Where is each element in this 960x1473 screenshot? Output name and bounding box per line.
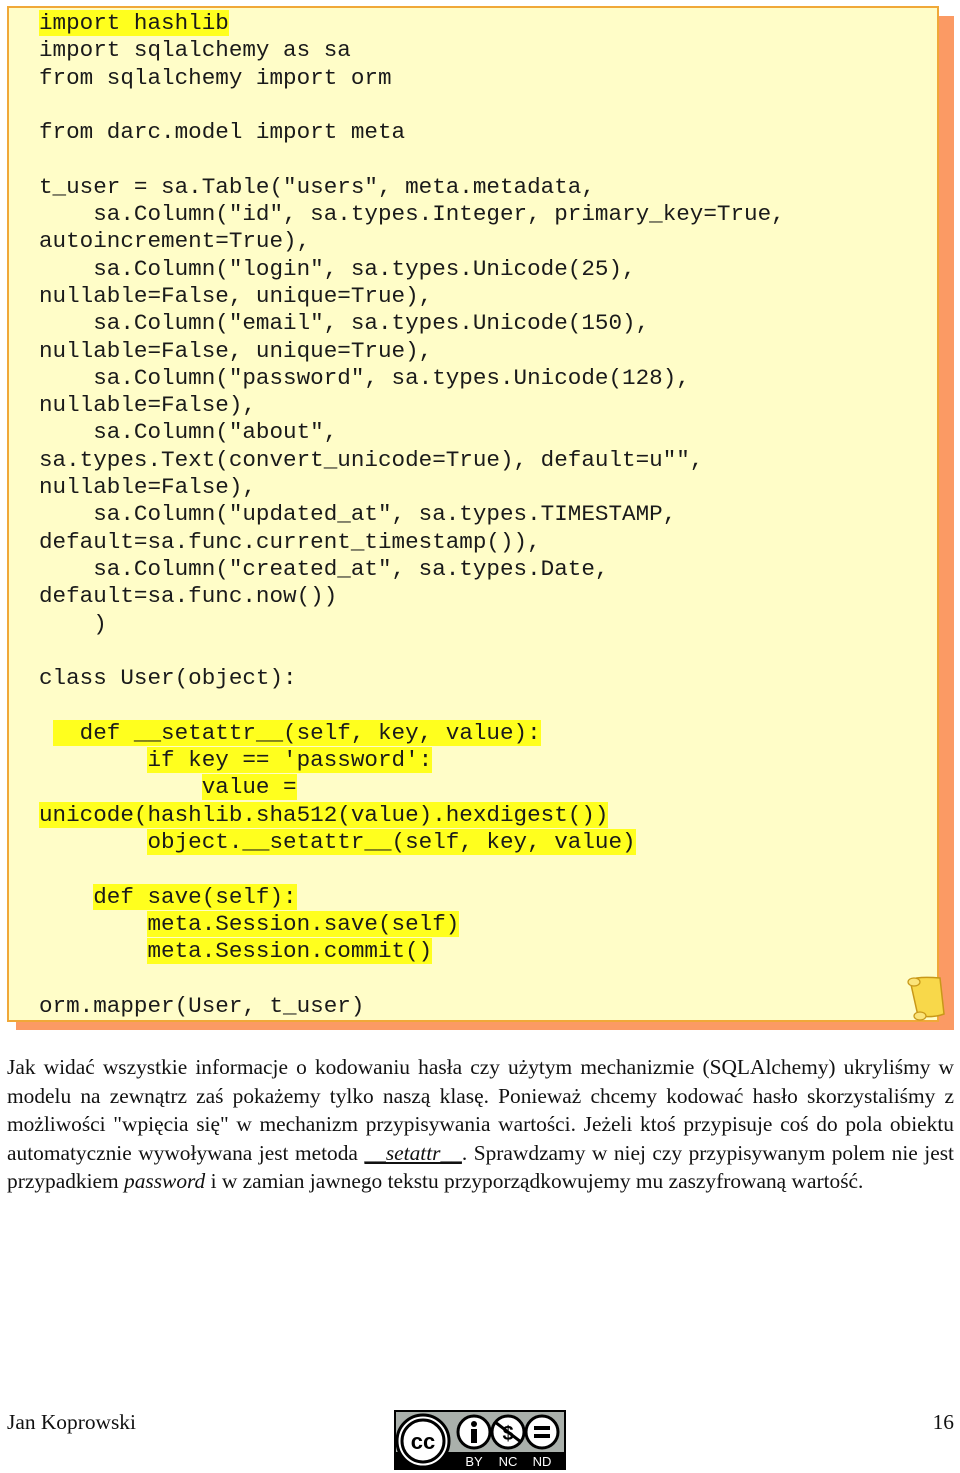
code-line: sa.Column("updated_at", sa.types.TIMESTA… <box>39 501 677 528</box>
code-line: sa.Column("id", sa.types.Integer, primar… <box>39 201 785 228</box>
code-line: class User(object): <box>39 665 297 692</box>
code-listing: import hashlib import sqlalchemy as sa fro… <box>39 10 785 1020</box>
code-line: import sqlalchemy as sa <box>39 37 351 64</box>
svg-text:ND: ND <box>533 1454 552 1469</box>
code-line: sa.Column("password", sa.types.Unicode(1… <box>39 364 690 391</box>
code-line: unicode(hashlib.sha512(value).hexdigest(… <box>39 801 609 828</box>
code-line: sa.Column("email", sa.types.Unicode(150)… <box>39 310 650 337</box>
code-line: default=sa.func.current_timestamp()), <box>39 528 541 555</box>
scroll-icon <box>907 976 945 1021</box>
field-name: password <box>124 1169 206 1194</box>
code-line: sa.Column("login", sa.types.Unicode(25), <box>39 255 636 282</box>
svg-text:NC: NC <box>499 1454 518 1469</box>
footer-author: Jan Koprowski <box>7 1410 136 1434</box>
paragraph-text: i w zamian jawnego tekstu przyporządkowu… <box>205 1169 864 1194</box>
code-line: sa.Column("about", <box>39 419 338 446</box>
code-line: nullable=False), <box>39 474 256 501</box>
code-line: nullable=False, unique=True), <box>39 337 433 364</box>
code-line: nullable=False), <box>39 392 256 419</box>
page-number: 16 <box>932 1410 954 1434</box>
code-line: ) <box>39 610 107 637</box>
code-line: autoincrement=True), <box>39 228 311 255</box>
code-line: orm.mapper(User, t_user) <box>39 992 365 1019</box>
explanation-paragraph: Jak widać wszystkie informacje o kodowan… <box>7 1053 954 1196</box>
code-line: from darc.model import meta <box>39 119 406 146</box>
svg-text:BY: BY <box>465 1454 483 1469</box>
code-line: sa.Column("created_at", sa.types.Date, <box>39 555 609 582</box>
code-line: meta.Session.save(self) <box>147 910 460 937</box>
code-line: default=sa.func.now()) <box>39 583 338 610</box>
code-line: def save(self): <box>93 883 297 910</box>
code-line: t_user = sa.Table("users", meta.metadata… <box>39 173 595 200</box>
code-line: from sqlalchemy import orm <box>39 64 392 91</box>
code-line: sa.types.Text(convert_unicode=True), def… <box>39 446 704 473</box>
code-line: if key == 'password': <box>147 747 433 774</box>
code-line: def __setattr__(self, key, value): <box>52 719 541 746</box>
method-name: __setattr__ <box>364 1140 462 1165</box>
code-line: object.__setattr__(self, key, value) <box>147 828 636 855</box>
svg-text:cc: cc <box>411 1429 435 1454</box>
code-line: value = <box>201 774 297 801</box>
code-line: import hashlib <box>39 10 229 36</box>
code-line: nullable=False, unique=True), <box>39 282 433 309</box>
creative-commons-icon: cc $ BY NC ND <box>394 1410 566 1470</box>
code-line: meta.Session.commit() <box>147 938 433 965</box>
